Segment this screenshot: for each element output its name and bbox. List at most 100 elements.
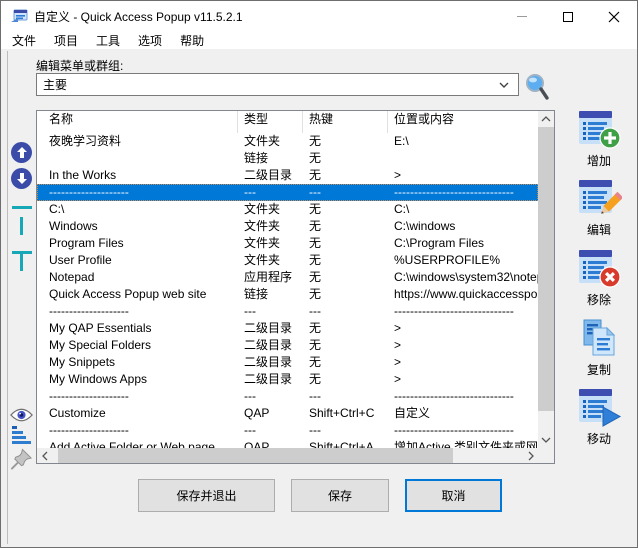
scroll-up-button[interactable] — [538, 111, 554, 127]
table-row[interactable]: -------------------- --- --- -----------… — [37, 184, 538, 201]
table-row[interactable]: -------------------- --- --- -----------… — [37, 422, 538, 439]
scroll-up-icon — [541, 116, 551, 122]
menu-item-tools[interactable]: 工具 — [87, 31, 129, 50]
cell-type: QAP — [238, 439, 303, 448]
cell-hotkey: --- — [303, 303, 388, 320]
table-row[interactable]: -------------------- --- --- -----------… — [37, 303, 538, 320]
menu-item-help[interactable]: 帮助 — [171, 31, 213, 50]
table-row[interactable]: Windows 文件夹 无 C:\windows — [37, 218, 538, 235]
close-button[interactable] — [591, 1, 637, 32]
remove-button[interactable]: 移除 — [559, 248, 638, 312]
cell-hotkey: Shift+Ctrl+A — [303, 439, 388, 448]
table-row[interactable]: My Special Folders 二级目录 无 > — [37, 337, 538, 354]
table-row[interactable]: 夜晚学习资料 文件夹 无 E:\ — [37, 133, 538, 150]
edit-button-label: 编辑 — [587, 221, 611, 238]
cell-location: > — [388, 354, 538, 371]
table-row[interactable]: Customize QAP Shift+Ctrl+C 自定义 — [37, 405, 538, 422]
cell-name: C:\ — [37, 201, 238, 218]
cancel-button[interactable]: 取消 — [405, 479, 502, 512]
move-up-button[interactable] — [10, 142, 33, 163]
pin-window-button[interactable] — [10, 447, 33, 471]
add-button-label: 增加 — [587, 152, 611, 169]
scroll-right-button[interactable] — [523, 448, 538, 463]
add-column-break-button[interactable] — [10, 217, 33, 235]
scroll-down-button[interactable] — [538, 432, 554, 448]
table-row[interactable]: My Snippets 二级目录 无 > — [37, 354, 538, 371]
titlebar[interactable]: 自定义 - Quick Access Popup v11.5.2.1 — [1, 1, 637, 32]
cell-location: E:\ — [388, 133, 538, 150]
vertical-scroll-thumb[interactable] — [538, 127, 554, 411]
table-row[interactable]: 链接 无 — [37, 150, 538, 167]
table-row[interactable]: -------------------- --- --- -----------… — [37, 388, 538, 405]
save-and-exit-button[interactable]: 保存并退出 — [138, 479, 275, 512]
table-row[interactable]: C:\ 文件夹 无 C:\ — [37, 201, 538, 218]
vertical-scrollbar[interactable] — [538, 111, 554, 448]
add-item-icon — [576, 109, 622, 151]
copy-button[interactable]: 复制 — [559, 318, 638, 382]
search-icon — [523, 72, 551, 102]
column-header-hotkey[interactable]: 热键 — [303, 111, 388, 133]
cell-hotkey: 无 — [303, 133, 388, 150]
scroll-down-icon — [541, 437, 551, 443]
cell-type: 链接 — [238, 286, 303, 303]
cell-hotkey: --- — [303, 422, 388, 439]
maximize-button[interactable] — [545, 1, 591, 32]
cell-name — [37, 150, 238, 167]
edit-item-icon — [576, 178, 622, 220]
scroll-right-icon — [528, 451, 534, 461]
move-button[interactable]: 移动 — [559, 387, 638, 451]
menu-group-select[interactable]: 主要 — [36, 73, 519, 96]
table-row[interactable]: Add Active Folder or Web page QAP Shift+… — [37, 439, 538, 448]
scroll-left-button[interactable] — [37, 448, 52, 463]
add-separator-button[interactable] — [10, 206, 33, 209]
toggle-visibility-button[interactable] — [10, 407, 33, 423]
table-row[interactable]: In the Works 二级目录 无 > — [37, 167, 538, 184]
menu-item-file[interactable]: 文件 — [3, 31, 45, 50]
cell-hotkey: 无 — [303, 337, 388, 354]
cell-location — [388, 150, 538, 167]
cell-type: 文件夹 — [238, 201, 303, 218]
table-row[interactable]: Notepad 应用程序 无 C:\windows\system32\notep… — [37, 269, 538, 286]
left-panel-divider — [7, 51, 8, 544]
copy-item-icon — [576, 318, 622, 360]
add-menu-break-button[interactable] — [10, 251, 33, 271]
cell-location: 增加Active 类别文件夹或网页 — [388, 439, 538, 448]
chevron-down-icon — [498, 81, 510, 89]
pin-icon — [10, 447, 33, 471]
sort-button[interactable] — [10, 425, 33, 445]
menu-item-options[interactable]: 选项 — [129, 31, 171, 50]
maximize-icon — [563, 12, 573, 22]
table-row[interactable]: Program Files 文件夹 无 C:\Program Files — [37, 235, 538, 252]
cell-name: Quick Access Popup web site — [37, 286, 238, 303]
cell-type: 二级目录 — [238, 354, 303, 371]
cell-type: 文件夹 — [238, 235, 303, 252]
add-button[interactable]: 增加 — [559, 109, 638, 173]
cell-type: --- — [238, 184, 303, 201]
horizontal-scrollbar[interactable] — [37, 448, 538, 463]
down-arrow-icon — [16, 172, 28, 185]
eye-icon — [10, 407, 33, 423]
cell-type: 二级目录 — [238, 320, 303, 337]
move-down-button[interactable] — [10, 168, 33, 189]
cell-name: Customize — [37, 405, 238, 422]
edit-button[interactable]: 编辑 — [559, 178, 638, 242]
cell-location: C:\ — [388, 201, 538, 218]
menu-item-items[interactable]: 项目 — [45, 31, 87, 50]
cell-name: User Profile — [37, 252, 238, 269]
cell-name: -------------------- — [37, 184, 238, 201]
search-button[interactable] — [523, 72, 551, 102]
minimize-button[interactable] — [499, 1, 545, 32]
horizontal-scroll-thumb[interactable] — [58, 448, 453, 463]
table-header: 名称 类型 热键 位置或内容 — [37, 111, 538, 133]
table-row[interactable]: My Windows Apps 二级目录 无 > — [37, 371, 538, 388]
column-header-type[interactable]: 类型 — [238, 111, 303, 133]
column-header-name[interactable]: 名称 — [37, 111, 238, 133]
table-row[interactable]: My QAP Essentials 二级目录 无 > — [37, 320, 538, 337]
cell-type: --- — [238, 303, 303, 320]
sort-icon — [12, 425, 32, 445]
table-row[interactable]: Quick Access Popup web site 链接 无 https:/… — [37, 286, 538, 303]
save-button[interactable]: 保存 — [291, 479, 389, 512]
column-header-location[interactable]: 位置或内容 — [388, 111, 538, 133]
minimize-icon — [517, 16, 527, 17]
table-row[interactable]: User Profile 文件夹 无 %USERPROFILE% — [37, 252, 538, 269]
